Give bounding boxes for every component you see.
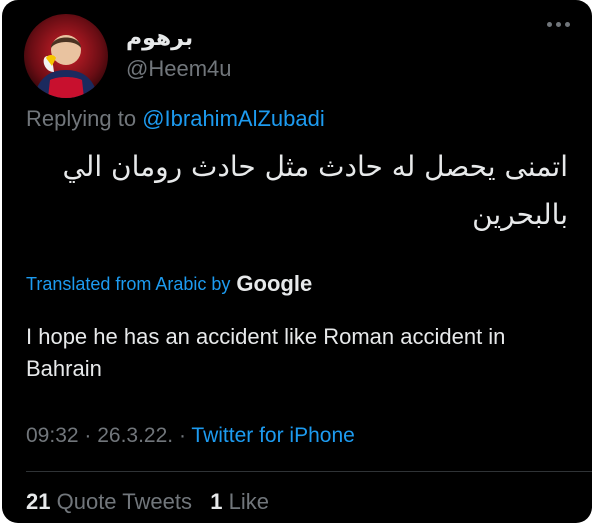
display-name[interactable]: برهوم [126,26,193,51]
avatar-image [24,14,108,98]
translation-attribution: Translated from Arabic by Google [26,271,312,297]
translated-label-link[interactable]: Translated from Arabic by [26,274,230,295]
more-horizontal-icon[interactable] [547,22,570,27]
replying-mention-link[interactable]: @IbrahimAlZubadi [142,106,325,131]
tweet-metadata: 09:32 · 26.3.22. · Twitter for iPhone [26,424,355,448]
quote-label: Quote Tweets [56,489,192,514]
engagement-stats: 21 Quote Tweets 1 Like [26,489,269,515]
more-dot [547,22,552,27]
more-dot [556,22,561,27]
replying-prefix: Replying to [26,106,137,131]
like-label: Like [228,489,270,514]
tweet-text: اتمنى يحصل له حادث مثل حادث رومان الي با… [62,150,568,231]
translated-text: I hope he has an accident like Roman acc… [26,324,506,381]
replying-to: Replying to @IbrahimAlZubadi [26,106,325,132]
tweet-source-link[interactable]: Twitter for iPhone [191,424,354,447]
tweet-timestamp[interactable]: 09:32 · 26.3.22. · [26,424,191,447]
avatar[interactable] [24,14,108,98]
quote-count: 21 [26,489,51,514]
user-handle[interactable]: @Heem4u [126,56,232,82]
divider [26,471,592,472]
google-logo: Google [236,271,313,296]
tweet-card: برهوم @Heem4u Replying to @IbrahimAlZuba… [2,0,592,523]
likes-stat[interactable]: 1 Like [210,489,269,514]
quote-tweets-stat[interactable]: 21 Quote Tweets [26,489,192,514]
like-count: 1 [210,489,223,514]
more-dot [565,22,570,27]
